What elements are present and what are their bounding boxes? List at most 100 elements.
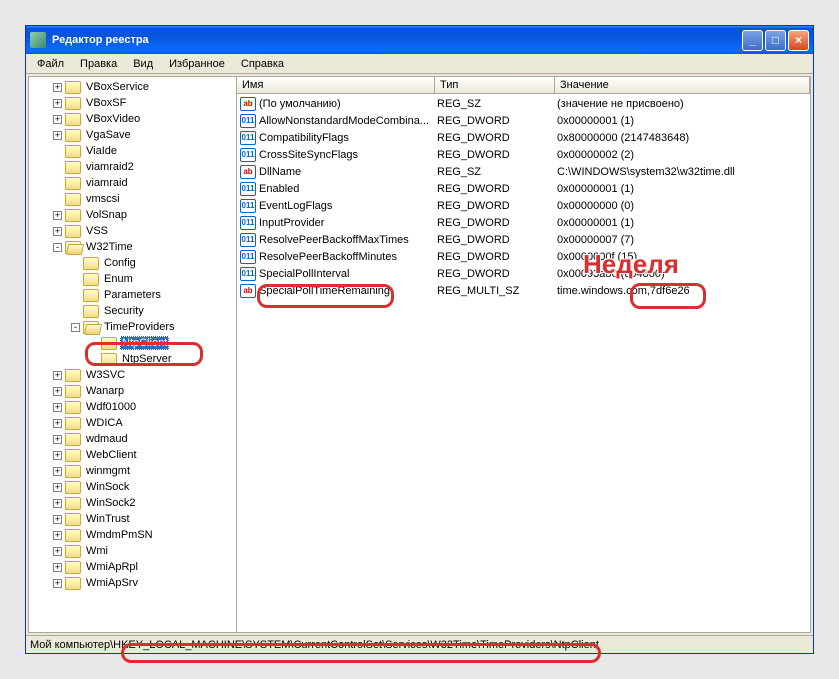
expand-icon[interactable]: - xyxy=(71,323,80,332)
tree-label[interactable]: VgaSave xyxy=(84,129,133,141)
tree-label[interactable]: WmiApSrv xyxy=(84,577,140,589)
tree-label[interactable]: Wdf01000 xyxy=(84,401,138,413)
tree-node[interactable]: + Wdf01000 xyxy=(29,399,237,415)
col-header-type[interactable]: Тип xyxy=(435,77,555,93)
tree-label[interactable]: VBoxSF xyxy=(84,97,128,109)
tree-label[interactable]: ViaIde xyxy=(84,145,119,157)
tree-label[interactable]: TimeProviders xyxy=(102,321,177,333)
close-button[interactable]: × xyxy=(788,30,809,51)
tree-node[interactable]: + VSS xyxy=(29,223,237,239)
tree-label[interactable]: Enum xyxy=(102,273,135,285)
titlebar[interactable]: Редактор реестра _ □ × xyxy=(26,26,813,54)
list-row[interactable]: 011CompatibilityFlagsREG_DWORD0x80000000… xyxy=(237,129,810,146)
tree-node[interactable]: +VBoxService xyxy=(29,79,237,95)
expand-icon[interactable]: + xyxy=(53,131,62,140)
menu-item-0[interactable]: Файл xyxy=(30,56,71,72)
tree-label[interactable]: wdmaud xyxy=(84,433,130,445)
tree-label[interactable]: VSS xyxy=(84,225,110,237)
tree-node[interactable]: + VBoxSF xyxy=(29,95,237,111)
list-row[interactable]: 011AllowNonstandardModeCombina...REG_DWO… xyxy=(237,112,810,129)
expand-icon[interactable]: + xyxy=(53,467,62,476)
tree-node[interactable]: ViaIde xyxy=(29,143,237,159)
tree-node[interactable]: + WinSock xyxy=(29,479,237,495)
expand-icon[interactable]: + xyxy=(53,483,62,492)
tree-label[interactable]: W3SVC xyxy=(84,369,127,381)
list-row[interactable]: abDllNameREG_SZC:\WINDOWS\system32\w32ti… xyxy=(237,163,810,180)
tree-label[interactable]: WebClient xyxy=(84,449,139,461)
tree-label[interactable]: WinTrust xyxy=(84,513,132,525)
expand-icon[interactable]: + xyxy=(53,451,62,460)
tree-node[interactable]: + WmiApSrv xyxy=(29,575,237,591)
list-row[interactable]: 011EventLogFlagsREG_DWORD0x00000000 (0) xyxy=(237,197,810,214)
expand-icon[interactable]: + xyxy=(53,515,62,524)
tree-label[interactable]: WinSock2 xyxy=(84,497,138,509)
expand-icon[interactable]: + xyxy=(53,115,62,124)
expand-icon[interactable]: + xyxy=(53,563,62,572)
tree-label[interactable]: Config xyxy=(102,257,138,269)
minimize-button[interactable]: _ xyxy=(742,30,763,51)
menu-item-3[interactable]: Избранное xyxy=(162,56,232,72)
expand-icon[interactable]: + xyxy=(53,403,62,412)
tree-node[interactable]: +winmgmt xyxy=(29,463,237,479)
expand-icon[interactable]: + xyxy=(53,531,62,540)
tree-label[interactable]: WDICA xyxy=(84,417,125,429)
tree-label[interactable]: WinSock xyxy=(84,481,131,493)
tree-node[interactable]: NtpClient xyxy=(29,335,237,351)
expand-icon[interactable]: + xyxy=(53,99,62,108)
tree-node[interactable]: Parameters xyxy=(29,287,237,303)
tree-node[interactable]: + WDICA xyxy=(29,415,237,431)
tree-node[interactable]: -W32Time xyxy=(29,239,237,255)
expand-icon[interactable]: + xyxy=(53,227,62,236)
tree-label[interactable]: VBoxVideo xyxy=(84,113,142,125)
tree-label[interactable]: Parameters xyxy=(102,289,163,301)
expand-icon[interactable]: + xyxy=(53,419,62,428)
maximize-button[interactable]: □ xyxy=(765,30,786,51)
tree-label[interactable]: viamraid xyxy=(84,177,130,189)
tree-node[interactable]: Enum xyxy=(29,271,237,287)
tree-node[interactable]: + W3SVC xyxy=(29,367,237,383)
list-row[interactable]: 011InputProviderREG_DWORD0x00000001 (1) xyxy=(237,214,810,231)
tree-label[interactable]: Security xyxy=(102,305,146,317)
tree-label[interactable]: vmscsi xyxy=(84,193,122,205)
expand-icon[interactable]: + xyxy=(53,579,62,588)
tree-pane[interactable]: +VBoxService+VBoxSF+VBoxVideo+VgaSaveVia… xyxy=(29,77,237,632)
list-row[interactable]: ab(По умолчанию)REG_SZ(значение не присв… xyxy=(237,95,810,112)
tree-label[interactable]: NtpServer xyxy=(120,353,174,365)
list-row[interactable]: 011EnabledREG_DWORD0x00000001 (1) xyxy=(237,180,810,197)
tree-node[interactable]: + VBoxVideo xyxy=(29,111,237,127)
tree-label[interactable]: viamraid2 xyxy=(84,161,136,173)
list-row[interactable]: 011SpecialPollIntervalREG_DWORD0x00093a8… xyxy=(237,265,810,282)
tree-label[interactable]: WmiApRpl xyxy=(84,561,140,573)
expand-icon[interactable]: + xyxy=(53,435,62,444)
tree-node[interactable]: + VolSnap xyxy=(29,207,237,223)
list-row[interactable]: 011ResolvePeerBackoffMinutesREG_DWORD0x0… xyxy=(237,248,810,265)
tree-label[interactable]: W32Time xyxy=(84,241,135,253)
col-header-value[interactable]: Значение xyxy=(555,77,810,93)
expand-icon[interactable]: + xyxy=(53,211,62,220)
tree-label[interactable]: VBoxService xyxy=(84,81,151,93)
tree-node[interactable]: + wdmaud xyxy=(29,431,237,447)
tree-node[interactable]: - TimeProviders xyxy=(29,319,237,335)
tree-label[interactable]: VolSnap xyxy=(84,209,129,221)
tree-label[interactable]: WmdmPmSN xyxy=(84,529,155,541)
tree-node[interactable]: + WinTrust xyxy=(29,511,237,527)
tree-node[interactable]: + WmiApRpl xyxy=(29,559,237,575)
menu-item-2[interactable]: Вид xyxy=(126,56,160,72)
list-row[interactable]: abSpecialPollTimeRemainingREG_MULTI_SZti… xyxy=(237,282,810,299)
tree-node[interactable]: Security xyxy=(29,303,237,319)
tree-node[interactable]: +WinSock2 xyxy=(29,495,237,511)
list-body[interactable]: ab(По умолчанию)REG_SZ(значение не присв… xyxy=(237,94,810,632)
menu-item-1[interactable]: Правка xyxy=(73,56,124,72)
list-row[interactable]: 011CrossSiteSyncFlagsREG_DWORD0x00000002… xyxy=(237,146,810,163)
expand-icon[interactable]: + xyxy=(53,547,62,556)
menu-item-4[interactable]: Справка xyxy=(234,56,291,72)
tree-node[interactable]: viamraid2 xyxy=(29,159,237,175)
list-row[interactable]: 011ResolvePeerBackoffMaxTimesREG_DWORD0x… xyxy=(237,231,810,248)
tree-node[interactable]: Config xyxy=(29,255,237,271)
expand-icon[interactable]: + xyxy=(53,371,62,380)
tree-label[interactable]: NtpClient xyxy=(120,336,169,350)
tree-node[interactable]: + WebClient xyxy=(29,447,237,463)
tree-node[interactable]: +Wanarp xyxy=(29,383,237,399)
tree-node[interactable]: NtpServer xyxy=(29,351,237,367)
expand-icon[interactable]: + xyxy=(53,387,62,396)
